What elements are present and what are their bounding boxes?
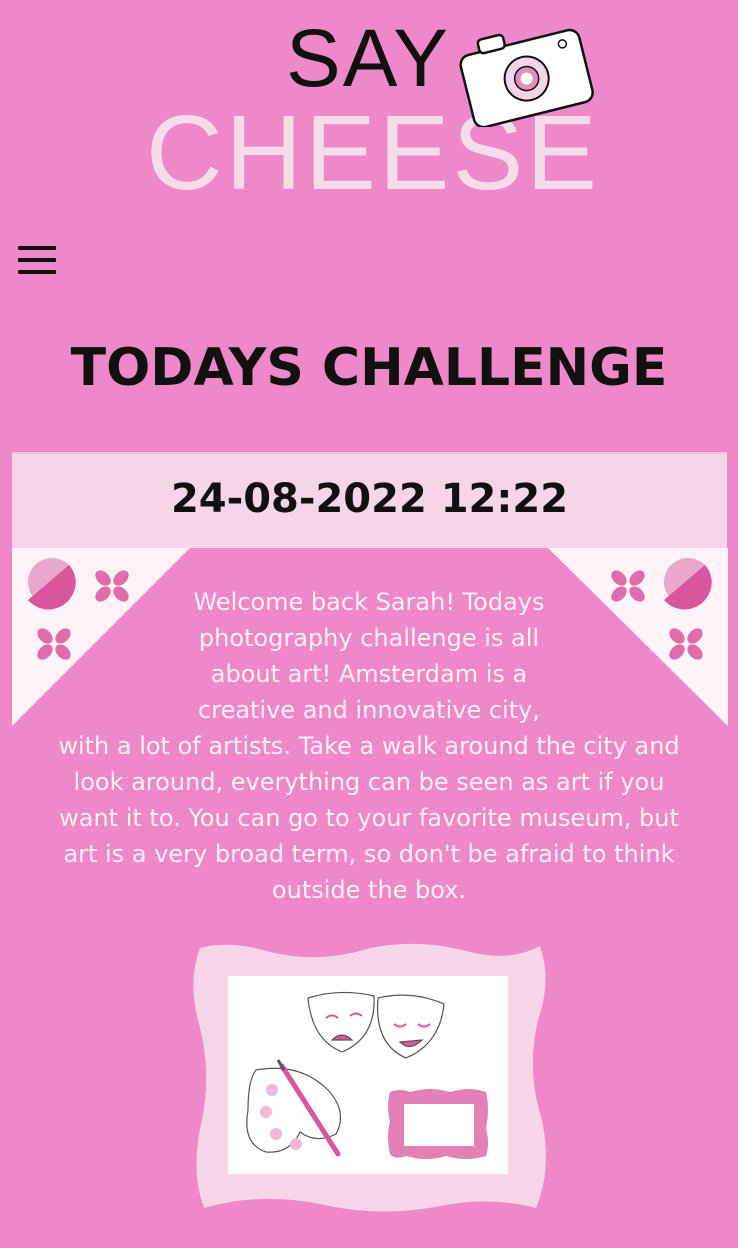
description-line: art is a very broad term, so don't be af… <box>63 840 675 868</box>
description-line: with a lot of artists. Take a walk aroun… <box>58 732 680 760</box>
description-line: want it to. You can go to your favorite … <box>59 804 679 832</box>
challenge-description: Welcome back Sarah! Todays photography c… <box>40 584 698 908</box>
challenge-datetime: 24-08-2022 12:22 <box>170 476 569 522</box>
app-logo: SAY CHEESE <box>0 0 738 220</box>
description-line: photography challenge is all <box>198 624 540 652</box>
logo-say-text: SAY <box>286 13 450 104</box>
page-title: TODAYS CHALLENGE <box>70 338 668 398</box>
description-line: about art! Amsterdam is a <box>210 660 528 688</box>
hamburger-menu-icon[interactable] <box>18 246 56 282</box>
description-line: creative and innovative city, <box>198 696 540 724</box>
description-line: outside the box. <box>271 876 467 904</box>
camera-icon <box>459 28 594 127</box>
art-frame-illustration <box>193 943 546 1212</box>
description-line: Welcome back Sarah! Todays <box>193 588 545 616</box>
description-line: look around, everything can be seen as a… <box>73 768 665 796</box>
date-banner: 24-08-2022 12:22 <box>12 452 727 548</box>
picture-frame-icon <box>388 1089 488 1159</box>
